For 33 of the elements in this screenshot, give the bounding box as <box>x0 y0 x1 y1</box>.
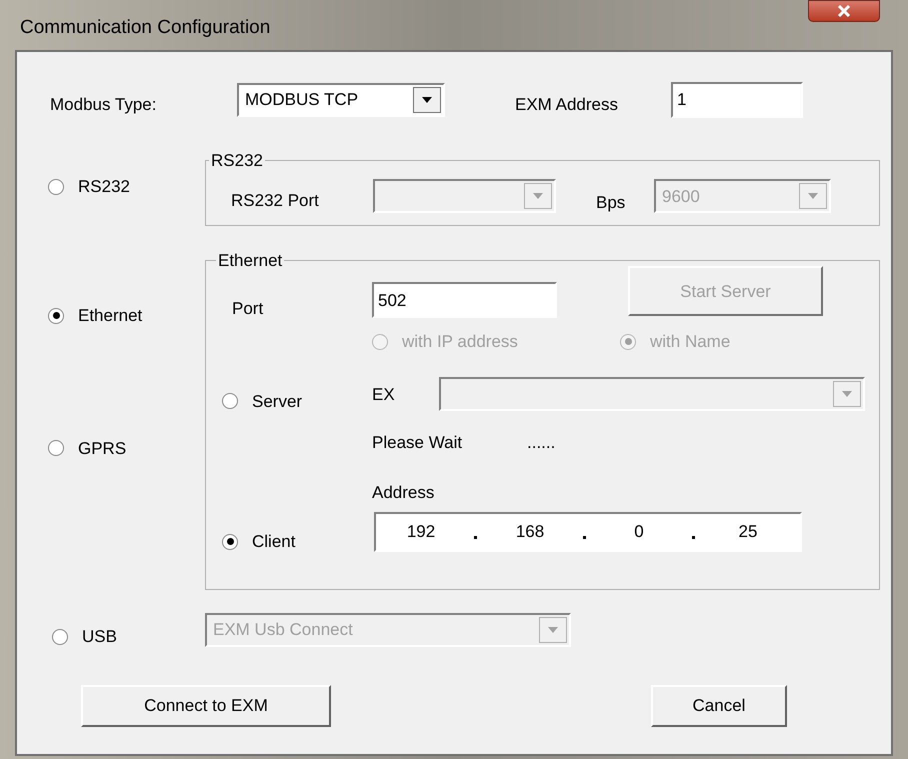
window-title: Communication Configuration <box>20 16 270 40</box>
field-label: Bps <box>596 192 626 214</box>
radio-button[interactable]: RS232 <box>48 174 130 200</box>
group-title: Ethernet <box>217 250 284 272</box>
modbus-type-dropdown[interactable]: MODBUS TCP <box>237 83 445 117</box>
ip-octet: 192 <box>406 521 436 543</box>
ip-address-field[interactable]: 192 168 0 25 <box>374 512 802 552</box>
radio-button[interactable]: USB <box>52 624 205 650</box>
dot-separator-icon <box>474 536 477 540</box>
dialog-button[interactable]: Cancel <box>651 684 787 726</box>
field-label: Modbus Type: <box>50 94 158 116</box>
group-title: RS232 <box>210 150 264 172</box>
dot-separator-icon <box>583 536 586 540</box>
field-label: RS232 Port <box>231 190 320 212</box>
status-text: Please Wait <box>372 432 464 454</box>
radio-button[interactable]: Client <box>222 529 374 554</box>
dialog-button[interactable]: Connect to EXM <box>81 684 331 726</box>
field-label: EX <box>372 384 396 406</box>
field-label: EXM Address <box>515 94 619 116</box>
field-label: Port <box>232 298 264 320</box>
ip-octet: 0 <box>633 521 645 543</box>
ip-octet: 25 <box>738 521 758 543</box>
radio-button[interactable]: GPRS <box>48 436 205 461</box>
radio-button[interactable]: Ethernet <box>48 303 205 328</box>
status-dots: ...... <box>527 432 556 454</box>
port-field[interactable]: 502 <box>372 282 557 318</box>
close-button[interactable] <box>808 0 880 22</box>
field-label: Address <box>372 482 434 502</box>
dot-separator-icon <box>692 536 695 540</box>
ip-octet: 168 <box>514 521 546 543</box>
exm-address-field[interactable]: 1 <box>671 82 803 118</box>
close-icon <box>837 5 851 17</box>
radio-button[interactable]: Server <box>222 388 372 414</box>
